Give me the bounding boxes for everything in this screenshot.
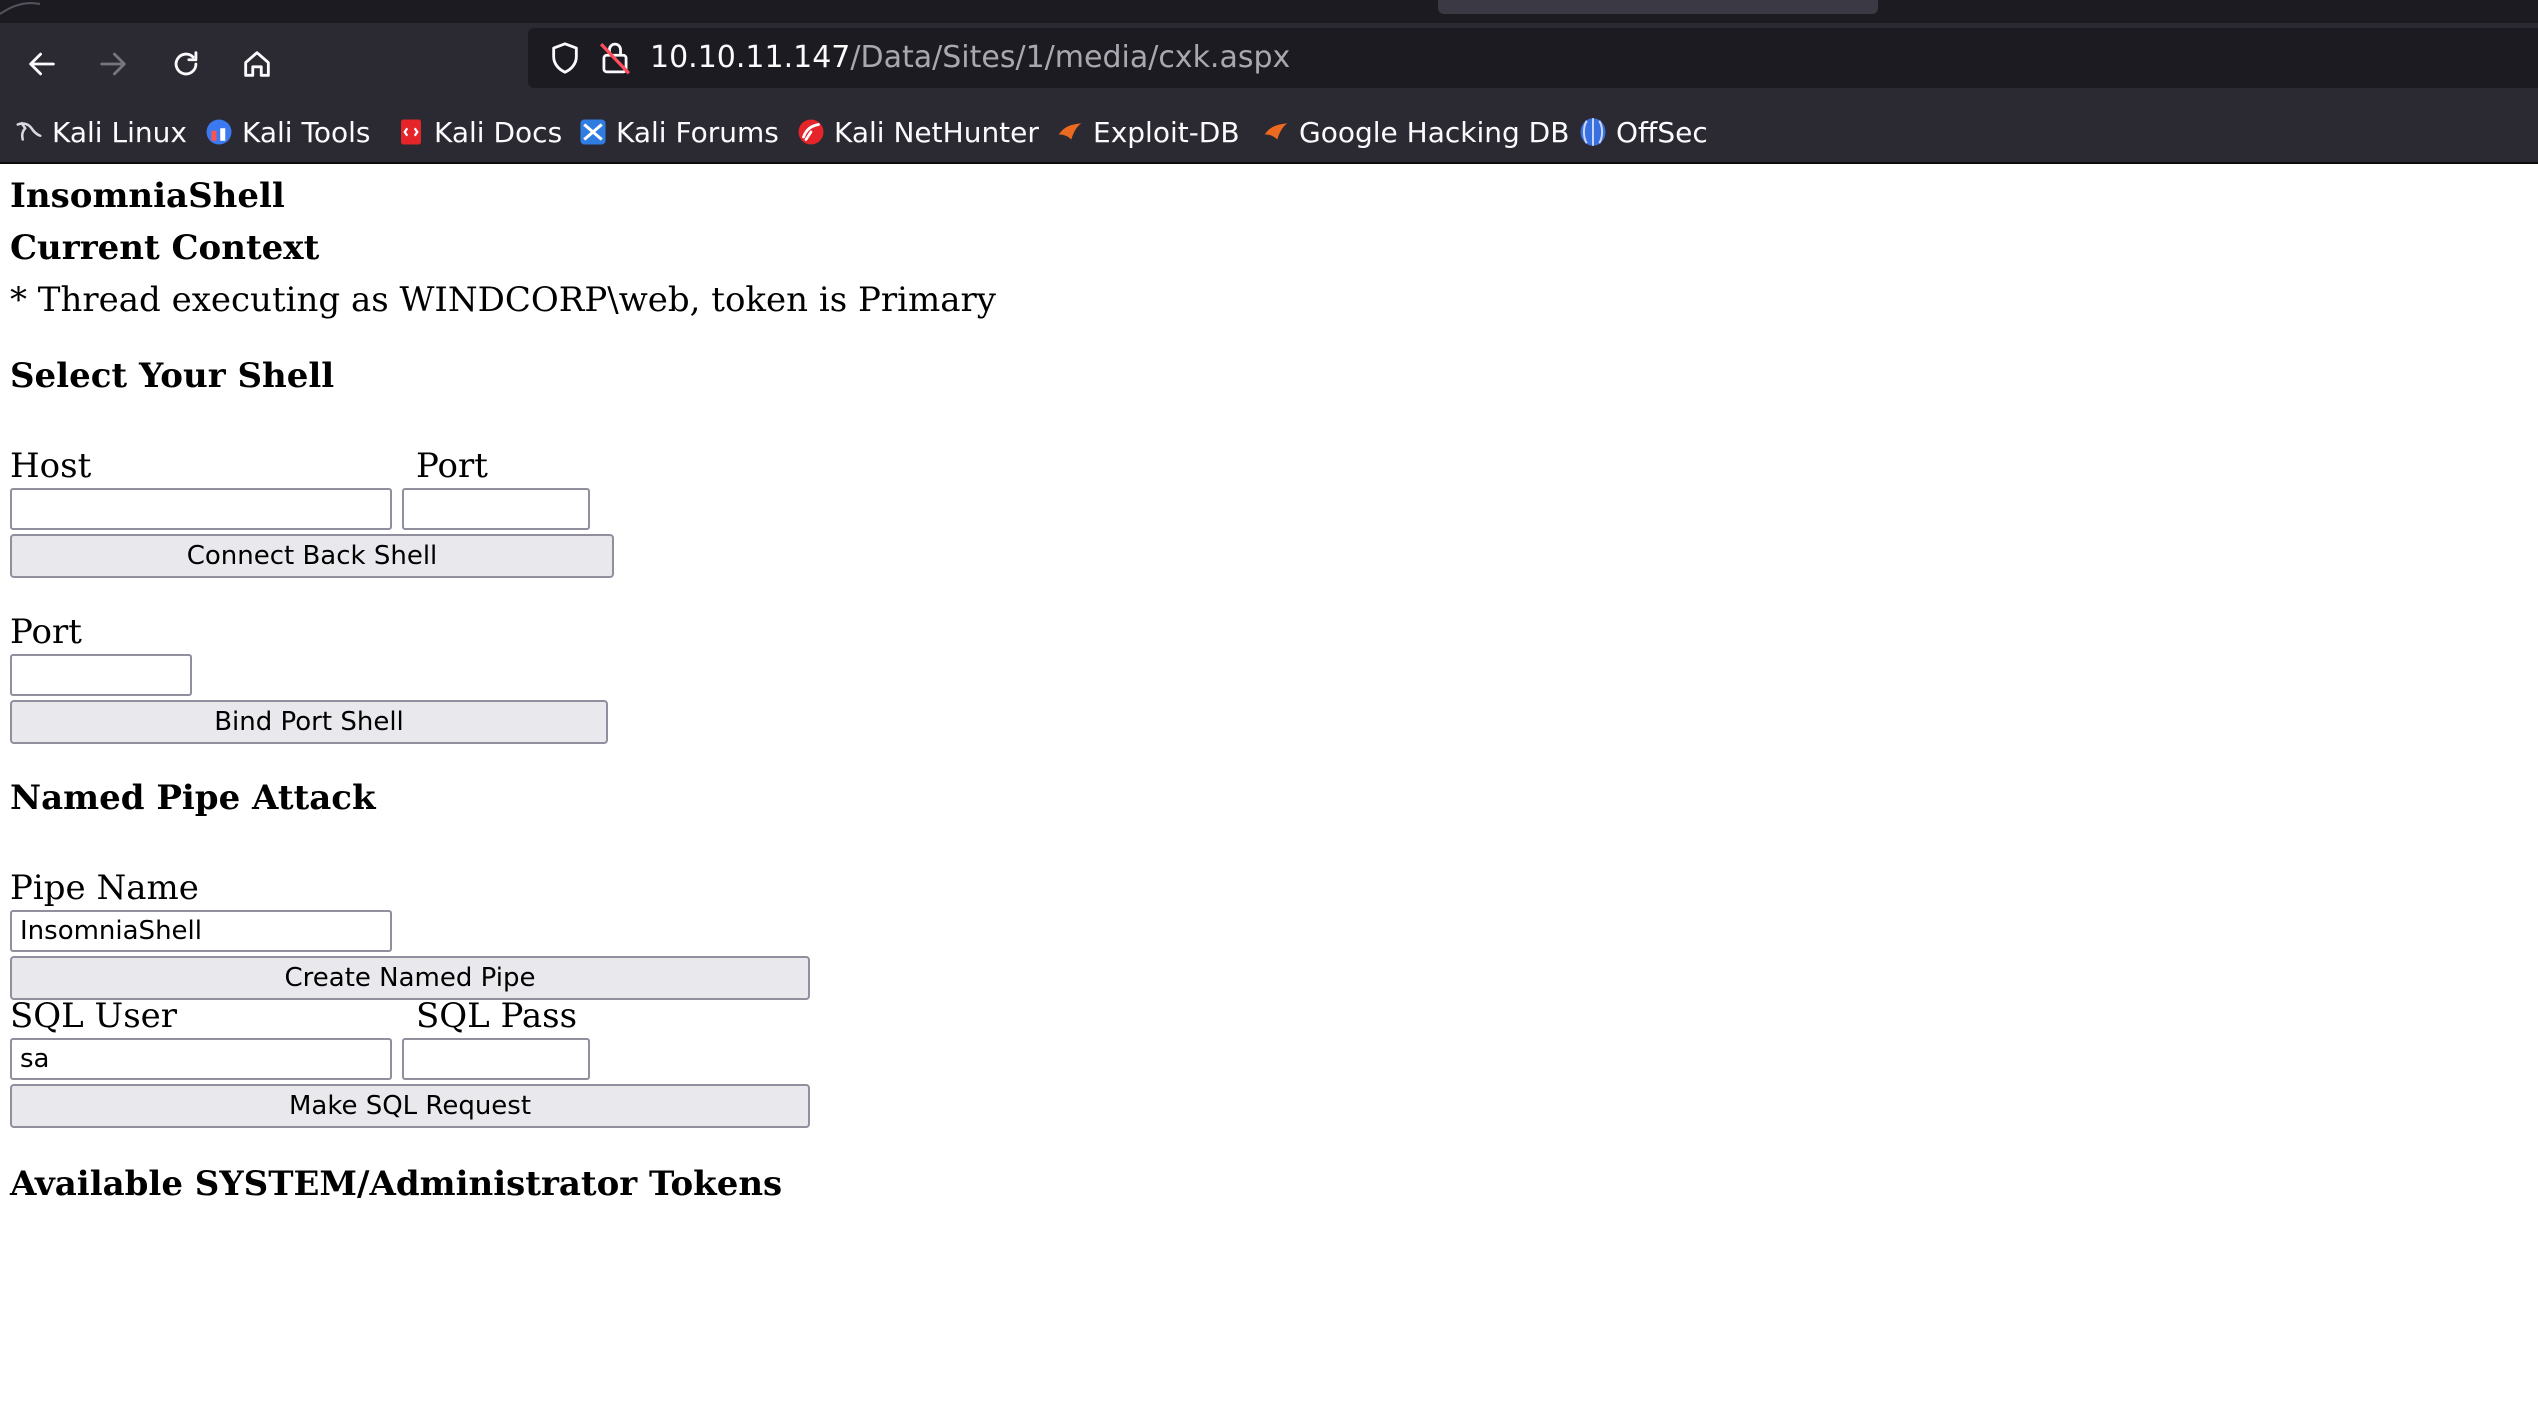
sql-pass-label: SQL Pass xyxy=(416,996,578,1036)
create-named-pipe-button[interactable]: Create Named Pipe xyxy=(10,956,810,1000)
bind-port-label: Port xyxy=(10,612,82,652)
sql-user-input[interactable] xyxy=(10,1038,392,1080)
bookmark-label: Kali Forums xyxy=(616,115,779,149)
select-shell-heading: Select Your Shell xyxy=(10,356,335,396)
bookmark-label: Kali Tools xyxy=(242,115,371,149)
bookmark-google-hacking-db[interactable]: Google Hacking DB xyxy=(1261,112,1569,152)
pipe-name-label: Pipe Name xyxy=(10,868,199,908)
bookmark-exploit-db[interactable]: Exploit-DB xyxy=(1055,112,1240,152)
url-text[interactable]: 10.10.11.147/Data/Sites/1/media/cxk.aspx xyxy=(650,40,1290,76)
back-button[interactable] xyxy=(17,39,67,89)
exploit-db-icon xyxy=(1058,123,1082,140)
connect-back-shell-button[interactable]: Connect Back Shell xyxy=(10,534,614,578)
home-icon xyxy=(244,51,270,77)
kali-dragon-icon xyxy=(16,122,42,141)
forward-button[interactable] xyxy=(88,39,138,89)
page-content: InsomniaShell Current Context * Thread e… xyxy=(0,164,2538,1416)
active-tab-indicator[interactable] xyxy=(1438,0,1878,14)
host-input[interactable] xyxy=(10,488,392,530)
connect-port-input[interactable] xyxy=(402,488,590,530)
host-label: Host xyxy=(10,446,92,486)
bookmark-offsec[interactable]: OffSec xyxy=(1578,112,1708,152)
bookmark-kali-linux[interactable]: Kali Linux xyxy=(14,112,187,152)
page-title: InsomniaShell xyxy=(10,176,285,216)
bookmark-kali-tools[interactable]: Kali Tools xyxy=(204,112,370,152)
sql-pass-input[interactable] xyxy=(402,1038,590,1080)
google-hacking-db-icon xyxy=(1264,123,1288,140)
reload-icon xyxy=(174,51,198,76)
pipe-name-input[interactable] xyxy=(10,910,392,952)
sql-user-label: SQL User xyxy=(10,996,178,1036)
named-pipe-heading: Named Pipe Attack xyxy=(10,778,376,818)
tracking-protection-shield-icon[interactable] xyxy=(548,41,582,75)
offsec-icon xyxy=(1580,118,1606,146)
bookmark-kali-nethunter[interactable]: Kali NetHunter xyxy=(796,112,1039,152)
kali-nethunter-icon xyxy=(798,119,824,145)
arrow-left-icon xyxy=(29,52,55,76)
bookmark-label: Kali Docs xyxy=(434,115,563,149)
bookmark-kali-forums[interactable]: Kali Forums xyxy=(578,112,779,152)
bind-port-input[interactable] xyxy=(10,654,192,696)
bookmark-label: Google Hacking DB xyxy=(1299,115,1570,149)
bookmarks-toolbar: Kali Linux Kali Tools Kali Docs Kali For… xyxy=(0,102,2538,164)
url-path: /Data/Sites/1/media/cxk.aspx xyxy=(850,40,1291,75)
kali-forums-icon xyxy=(580,119,606,145)
bookmark-label: Kali NetHunter xyxy=(834,115,1039,149)
arrow-right-icon xyxy=(100,52,126,76)
bookmark-label: OffSec xyxy=(1616,115,1708,149)
bind-port-shell-button[interactable]: Bind Port Shell xyxy=(10,700,608,744)
context-heading: Current Context xyxy=(10,228,320,268)
kali-docs-icon xyxy=(401,119,421,145)
insecure-lock-icon[interactable] xyxy=(598,40,632,76)
home-button[interactable] xyxy=(232,39,282,89)
bookmark-label: Kali Linux xyxy=(52,115,187,149)
bookmark-kali-docs[interactable]: Kali Docs xyxy=(396,112,562,152)
url-host: 10.10.11.147 xyxy=(650,40,851,75)
connect-port-label: Port xyxy=(416,446,488,486)
context-text: * Thread executing as WINDCORP\web, toke… xyxy=(10,280,996,320)
bookmark-label: Exploit-DB xyxy=(1093,115,1240,149)
url-bar[interactable]: 10.10.11.147/Data/Sites/1/media/cxk.aspx xyxy=(528,28,2538,88)
make-sql-request-button[interactable]: Make SQL Request xyxy=(10,1084,810,1128)
kali-tools-icon xyxy=(206,119,232,145)
navigation-toolbar: 10.10.11.147/Data/Sites/1/media/cxk.aspx xyxy=(0,23,2538,102)
tab-curve-decoration xyxy=(0,2,40,15)
reload-button[interactable] xyxy=(161,39,211,89)
tokens-heading: Available SYSTEM/Administrator Tokens xyxy=(10,1164,783,1204)
tab-strip xyxy=(0,0,2538,23)
